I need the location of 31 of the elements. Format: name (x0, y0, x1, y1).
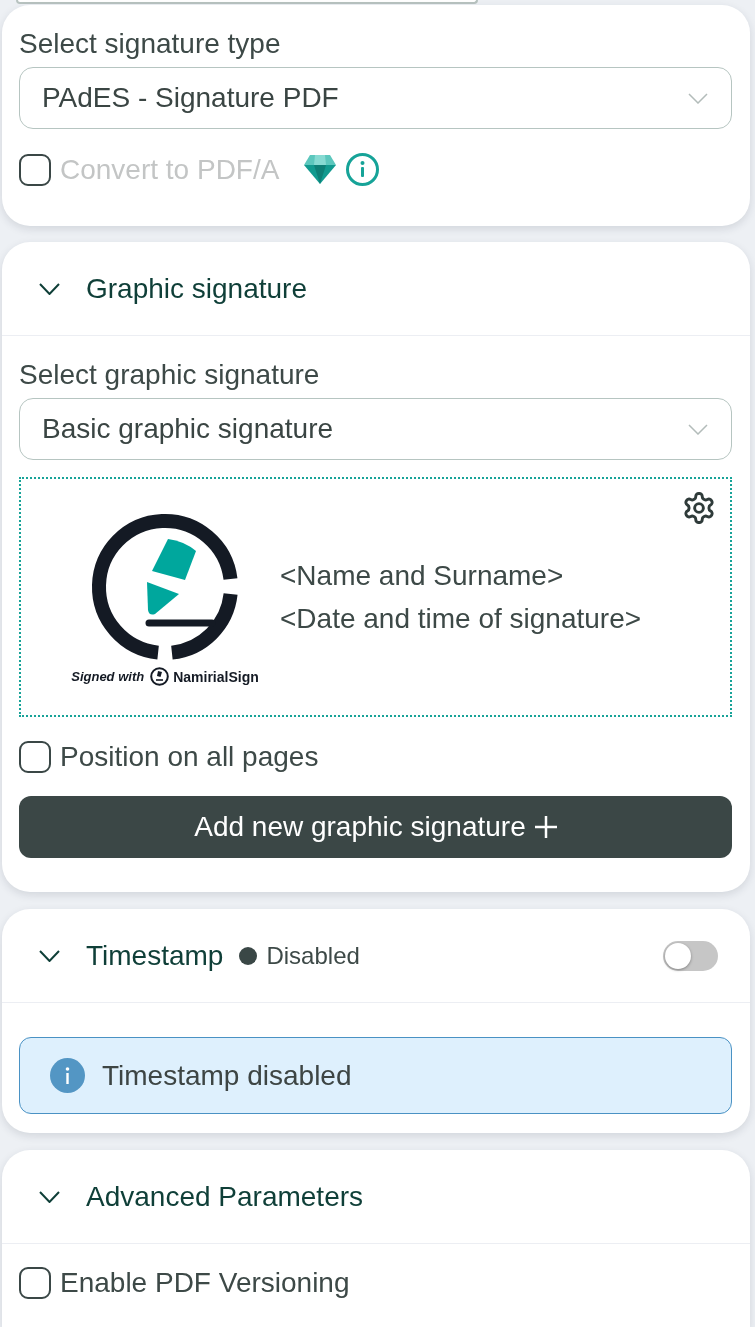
plus-icon (534, 816, 557, 838)
signature-field-text: <Name and Surname> (280, 559, 565, 593)
checkbox-label: Convert to PDF/A (60, 153, 280, 186)
status-label: Disabled (266, 941, 360, 970)
checkbox-label: Position on all pages (60, 741, 319, 773)
pen-circle-icon (150, 667, 170, 686)
section-title[interactable]: Graphic signature (86, 272, 307, 305)
info-icon[interactable] (346, 153, 380, 186)
brand-name: NamirialSign (173, 667, 259, 686)
section-title[interactable]: Timestamp (86, 939, 224, 972)
toggle-switch[interactable] (663, 940, 718, 971)
settings-icon[interactable] (683, 492, 715, 524)
chevron-down-icon[interactable] (39, 282, 60, 295)
chevron-down-icon (688, 92, 708, 104)
diamond-icon (304, 155, 337, 184)
chevron-down-icon (688, 423, 708, 435)
logo-caption: Signed with (71, 667, 145, 686)
add-signature-button[interactable]: Add new graphic signature (19, 796, 732, 858)
select-field[interactable]: PAdES - Signature PDF (19, 67, 732, 129)
info-icon (50, 1058, 85, 1093)
checkbox[interactable] (19, 1267, 51, 1299)
alert-message: Timestamp disabled (102, 1059, 352, 1092)
chevron-down-icon[interactable] (39, 949, 60, 962)
checkbox-label: Enable PDF Versioning (60, 1267, 350, 1299)
select-field[interactable]: Basic graphic signature (19, 398, 732, 460)
field-label: Select signature type (19, 28, 282, 60)
signature-field-text: <Date and time of signature> (280, 602, 642, 636)
field-label: Select graphic signature (19, 359, 321, 391)
chevron-down-icon[interactable] (39, 1190, 60, 1203)
section-title[interactable]: Advanced Parameters (86, 1180, 364, 1213)
checkbox[interactable] (19, 741, 51, 773)
